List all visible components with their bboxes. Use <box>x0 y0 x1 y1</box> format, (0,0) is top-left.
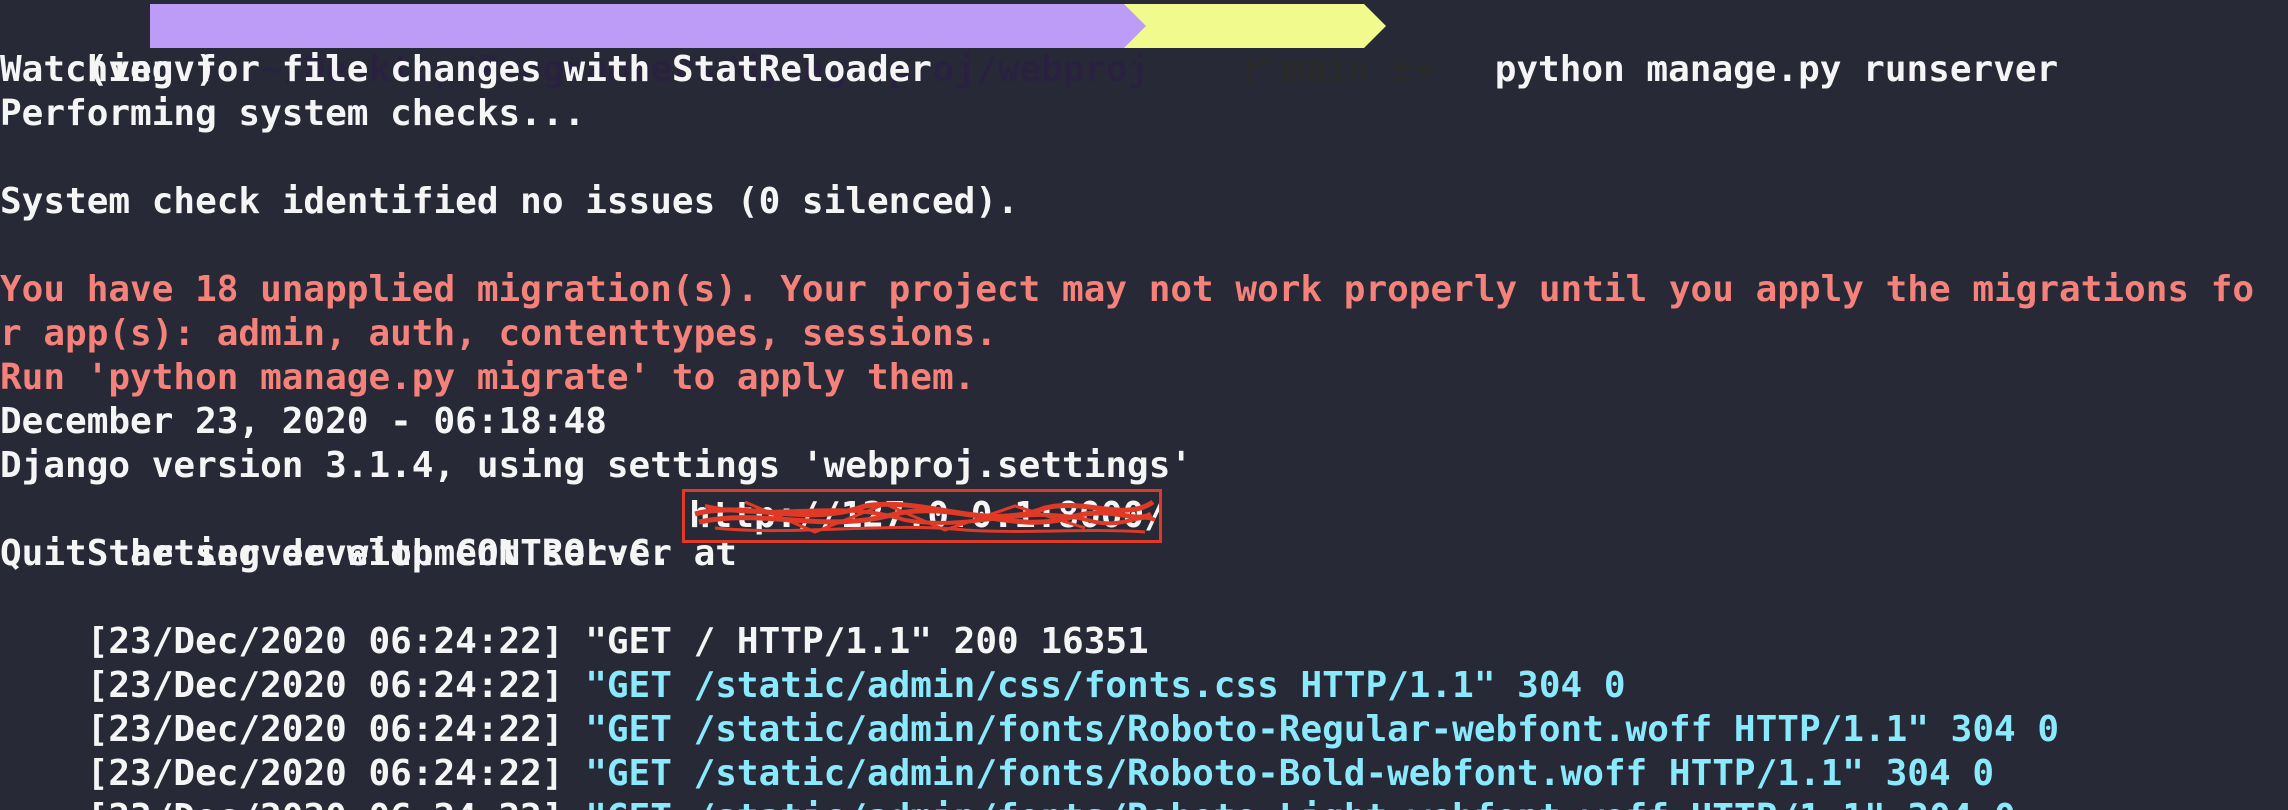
output-line: System check identified no issues (0 sil… <box>0 181 1019 222</box>
output-line: Performing system checks... <box>0 93 586 134</box>
request-log-line: [23/Dec/2020 06:24:22] "GET /static/admi… <box>0 664 2059 750</box>
terminal-window[interactable]: (venv) ~/Desktop/Programmers/django-proj… <box>0 0 2288 810</box>
prompt-git-segment: main ±+ <box>1124 4 1434 90</box>
warning-line: Run 'python manage.py migrate' to apply … <box>0 357 976 398</box>
prompt-path-segment: ~/Desktop/Programmers/django-proj/webpro… <box>150 4 1149 90</box>
redaction-scribble-icon <box>694 499 1156 534</box>
log-timestamp: [23/Dec/2020 06:24:22] <box>87 797 586 810</box>
git-branch-icon <box>1246 55 1268 83</box>
server-line: Starting development server at <box>0 488 759 574</box>
warning-line: r app(s): admin, auth, contenttypes, ses… <box>0 313 997 354</box>
request-log-line: [23/Dec/2020 06:24:22] "GET /static/admi… <box>0 752 2016 810</box>
quit-line: Quit the server with CONTROL-C. <box>0 533 672 574</box>
command: python manage.py runserver <box>1494 49 2059 90</box>
powerline-arrow-icon <box>1124 4 1146 48</box>
info-line: December 23, 2020 - 06:18:48 <box>0 401 607 442</box>
warning-line: You have 18 unapplied migration(s). Your… <box>0 269 2255 310</box>
info-line: Django version 3.1.4, using settings 'we… <box>0 445 1193 486</box>
request-log-line: [23/Dec/2020 06:24:22] "GET / HTTP/1.1" … <box>0 576 1149 662</box>
powerline-arrow-icon <box>1364 4 1386 48</box>
log-request: "GET /static/admin/fonts/Roboto-Light-we… <box>585 797 2015 810</box>
request-log-line: [23/Dec/2020 06:24:22] "GET /static/admi… <box>0 620 1626 706</box>
output-line: Watching for file changes with StatReloa… <box>0 49 932 90</box>
redacted-server-url: http://127.0.0.1:8000/ <box>682 489 1162 543</box>
request-log-line: [23/Dec/2020 06:24:22] "GET /static/admi… <box>0 708 1994 794</box>
command-text: python manage.py runserver <box>1408 4 2059 90</box>
